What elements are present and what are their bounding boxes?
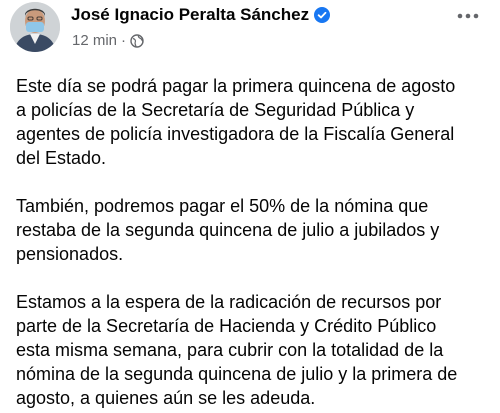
author-name-row: José Ignacio Peralta Sánchez — [71, 4, 331, 26]
globe-icon[interactable] — [130, 34, 144, 48]
more-options-icon[interactable] — [452, 6, 484, 26]
meta-separator: · — [121, 32, 127, 49]
avatar[interactable] — [10, 2, 60, 52]
post-meta: 12 min · — [72, 31, 144, 51]
post-paragraph: También, podremos pagar el 50% de la nóm… — [16, 196, 440, 264]
post-header: José Ignacio Peralta Sánchez 12 min · — [0, 0, 500, 60]
post-timestamp[interactable]: 12 min — [72, 31, 117, 51]
post-paragraph: Estamos a la espera de la radicación de … — [16, 292, 458, 408]
verified-badge-icon — [314, 7, 331, 23]
post-paragraph: Este día se podrá pagar la primera quinc… — [16, 76, 456, 168]
post-text: Este día se podrá pagar la primera quinc… — [16, 74, 494, 410]
author-name[interactable]: José Ignacio Peralta Sánchez — [71, 4, 309, 26]
